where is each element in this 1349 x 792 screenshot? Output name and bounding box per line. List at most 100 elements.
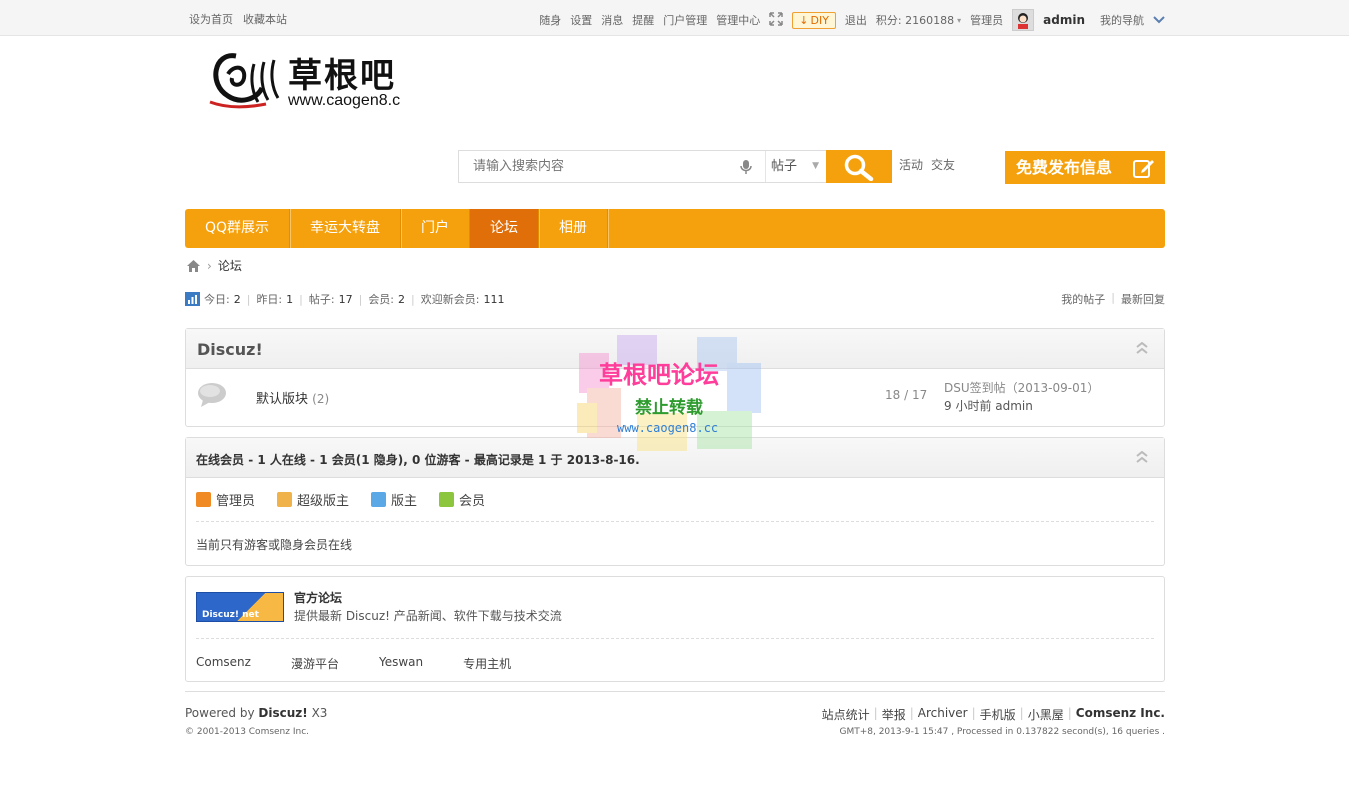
username[interactable]: admin xyxy=(1043,13,1085,27)
discuz-logo[interactable]: Discuz! net xyxy=(196,592,284,622)
legend-member: 会员 xyxy=(439,490,485,509)
footer-debug-info: GMT+8, 2013-9-1 15:47 , Processed in 0.1… xyxy=(839,727,1165,737)
messages-link[interactable]: 消息 xyxy=(601,12,623,28)
footer-mobile-link[interactable]: 手机版 xyxy=(980,706,1016,723)
nav-portal[interactable]: 门户 xyxy=(401,209,471,248)
mobile-link[interactable]: 随身 xyxy=(539,12,561,28)
yesterday-label: 昨日: xyxy=(256,293,283,306)
posts-count: 17 xyxy=(338,292,353,306)
admin-user-icon xyxy=(196,492,211,507)
credits-menu[interactable]: 积分: 2160188 xyxy=(876,12,954,28)
legend-mod: 版主 xyxy=(371,490,417,509)
role-label: 管理员 xyxy=(970,14,1004,27)
link-yeswan[interactable]: Yeswan xyxy=(379,655,423,672)
forum-today-count: (2) xyxy=(312,392,330,406)
online-header: 在线会员 - 1 人在线 - 1 会员(1 隐身), 0 位游客 - 最高记录是… xyxy=(186,438,1164,478)
forum-stats: 今日: 2 | 昨日: 1 | 帖子: 17 | 会员: 2 | 欢迎新会员: 111 xyxy=(185,291,504,307)
footer-blacklist-link[interactable]: 小黑屋 xyxy=(1028,706,1064,723)
portal-admin-link[interactable]: 门户管理 xyxy=(663,12,707,28)
fullscreen-icon[interactable] xyxy=(769,11,784,29)
link-comsenz[interactable]: Comsenz xyxy=(196,655,251,672)
logo-text: 草根吧 xyxy=(288,56,396,96)
search-icon xyxy=(844,154,874,181)
search-type-select[interactable]: 帖子 ▼ xyxy=(765,151,825,182)
legend-super-mod: 超级版主 xyxy=(277,490,349,509)
bookmark-link[interactable]: 收藏本站 xyxy=(243,11,287,27)
site-logo[interactable]: 草根吧 www.caogen8.c xyxy=(206,44,416,114)
chevron-down-icon: ▾ xyxy=(957,15,962,25)
home-icon[interactable] xyxy=(186,259,201,273)
legend-admin: 管理员 xyxy=(196,490,255,509)
footer-archiver-link[interactable]: Archiver xyxy=(918,706,968,723)
last-post-title[interactable]: DSU签到帖（2013-09-01） xyxy=(944,379,1099,397)
hot-link-friends[interactable]: 交友 xyxy=(931,156,955,173)
my-posts-link[interactable]: 我的帖子 xyxy=(1061,291,1105,307)
publish-info-button[interactable]: 免费发布信息 xyxy=(1005,151,1165,184)
super-moderator-icon xyxy=(277,492,293,507)
hot-search-links: 活动 交友 xyxy=(899,156,955,173)
logout-link[interactable]: 退出 xyxy=(845,12,867,28)
settings-link[interactable]: 设置 xyxy=(570,12,592,28)
footer-links: 站点统计 | 举报 | Archiver | 手机版 | 小黑屋 | Comsenz In… xyxy=(821,706,1165,723)
category-title[interactable]: Discuz! xyxy=(197,340,263,359)
stats-links: 我的帖子 | 最新回复 xyxy=(1061,291,1165,307)
forum-category: Discuz! 默认版块 (2) 18 / 17 DSU签到帖（2013-09-… xyxy=(185,328,1165,427)
featured-link-title[interactable]: 官方论坛 xyxy=(294,589,342,606)
forum-last-post: DSU签到帖（2013-09-01） 9 小时前 admin xyxy=(944,379,1099,415)
posts-label: 帖子: xyxy=(308,293,335,306)
last-post-time[interactable]: 9 小时前 admin xyxy=(944,397,1099,415)
category-header: Discuz! xyxy=(186,329,1164,369)
diy-button[interactable]: ↓ DIY xyxy=(792,11,836,29)
nav-album[interactable]: 相册 xyxy=(539,209,609,248)
powered-by: Powered by Discuz! X3 xyxy=(185,706,328,720)
collapse-icon[interactable] xyxy=(1136,451,1148,463)
breadcrumb-current[interactable]: 论坛 xyxy=(218,257,242,274)
nav-qq-groups[interactable]: QQ群展示 xyxy=(185,209,291,248)
forum-row: 默认版块 (2) 18 / 17 DSU签到帖（2013-09-01） 9 小时… xyxy=(186,369,1164,425)
search-button[interactable] xyxy=(826,150,892,183)
footer-company-link[interactable]: Comsenz Inc. xyxy=(1076,706,1165,723)
copyright: © 2001-2013 Comsenz Inc. xyxy=(185,727,310,737)
search-input[interactable] xyxy=(459,151,739,182)
notifications-link[interactable]: 提醒 xyxy=(632,12,654,28)
footer-report-link[interactable]: 举报 xyxy=(882,706,906,723)
main-nav: QQ群展示 幸运大转盘 门户 论坛 相册 xyxy=(185,209,1165,248)
featured-link: Discuz! net 官方论坛 提供最新 Discuz! 产品新闻、软件下载与… xyxy=(186,577,1164,638)
footer-stats-link[interactable]: 站点统计 xyxy=(822,706,870,723)
forum-speech-icon xyxy=(198,383,226,407)
set-homepage-link[interactable]: 设为首页 xyxy=(189,11,233,27)
yesterday-count: 1 xyxy=(286,292,294,306)
members-label: 会员: xyxy=(368,293,395,306)
newest-member[interactable]: 111 xyxy=(483,293,504,306)
nav-forum[interactable]: 论坛 xyxy=(470,209,540,248)
online-summary[interactable]: 在线会员 - 1 人在线 - 1 会员(1 隐身), 0 位游客 - 最高记录是… xyxy=(196,451,640,468)
avatar[interactable] xyxy=(1012,9,1035,31)
forum-counts: 18 / 17 xyxy=(885,388,928,402)
dropdown-arrow-icon: ▼ xyxy=(812,161,819,171)
my-nav-link[interactable]: 我的导航 xyxy=(1100,12,1144,28)
stats-chart-icon xyxy=(185,292,200,306)
footer-divider xyxy=(185,691,1165,692)
online-note: 当前只有游客或隐身会员在线 xyxy=(196,538,353,552)
admin-center-link[interactable]: 管理中心 xyxy=(716,12,760,28)
microphone-icon[interactable] xyxy=(739,159,753,175)
download-arrow-icon: ↓ xyxy=(799,13,809,27)
hot-link-activity[interactable]: 活动 xyxy=(899,156,923,173)
newest-member-label: 欢迎新会员: xyxy=(420,293,480,306)
forum-name[interactable]: 默认版块 (2) xyxy=(256,388,329,407)
today-count: 2 xyxy=(233,292,241,306)
latest-replies-link[interactable]: 最新回复 xyxy=(1121,291,1165,307)
search-bar: 帖子 ▼ xyxy=(458,150,892,183)
edit-icon xyxy=(1133,160,1154,178)
chevron-down-icon[interactable] xyxy=(1153,14,1165,27)
collapse-icon[interactable] xyxy=(1136,342,1148,354)
friend-links-panel: Discuz! net 官方论坛 提供最新 Discuz! 产品新闻、软件下载与… xyxy=(185,576,1165,682)
link-hosting[interactable]: 专用主机 xyxy=(463,655,511,672)
link-manyou[interactable]: 漫游平台 xyxy=(291,655,339,672)
featured-link-desc: 提供最新 Discuz! 产品新闻、软件下载与技术交流 xyxy=(294,609,562,623)
chevron-right-icon: › xyxy=(207,258,212,273)
moderator-icon xyxy=(371,492,387,507)
discuz-link[interactable]: Discuz! xyxy=(258,706,307,720)
logo-mark-icon xyxy=(209,53,280,109)
nav-lucky-wheel[interactable]: 幸运大转盘 xyxy=(290,209,402,248)
